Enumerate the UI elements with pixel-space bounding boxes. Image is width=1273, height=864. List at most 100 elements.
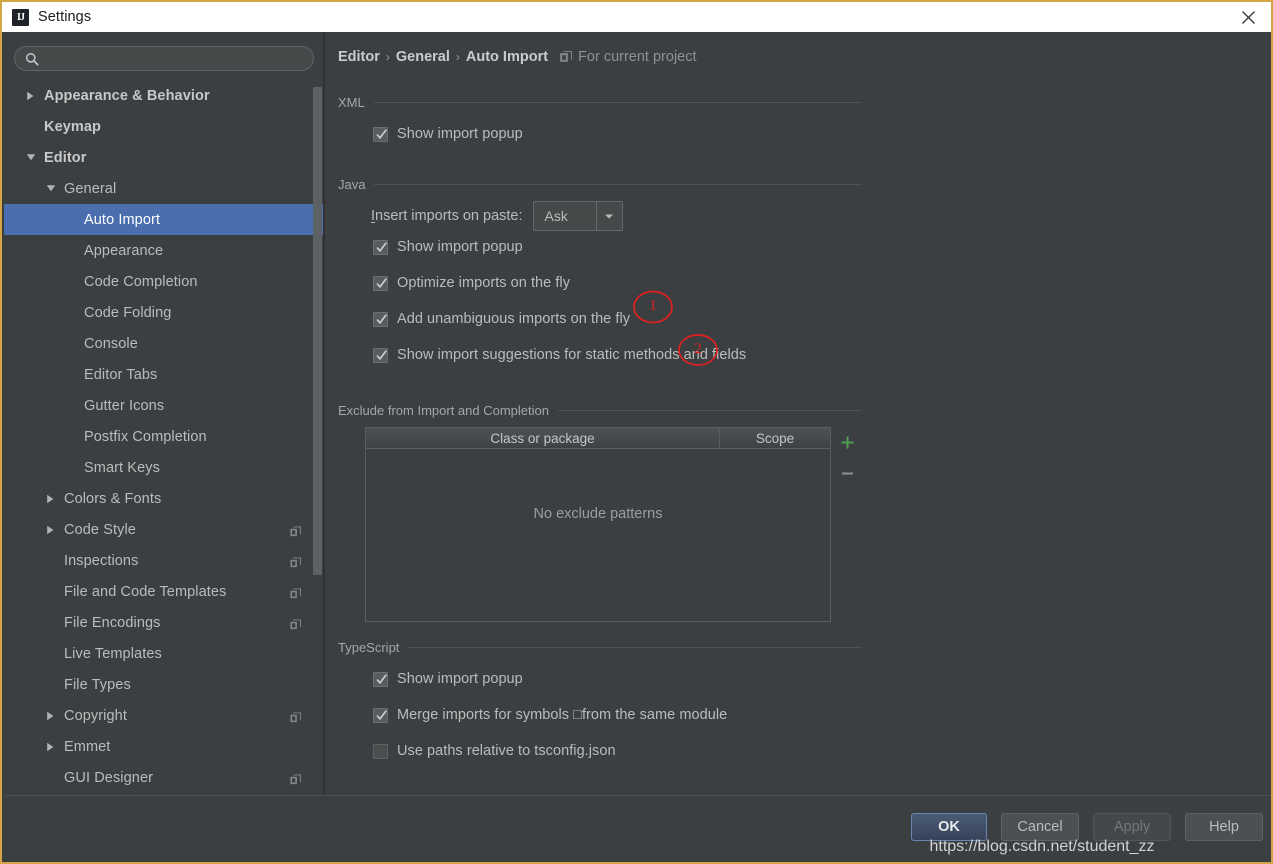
remove-exclude-button[interactable] — [832, 458, 863, 489]
sidebar-item-appearance-behavior[interactable]: Appearance & Behavior — [4, 80, 323, 111]
breadcrumb-note: For current project — [578, 49, 697, 65]
checkbox-use-paths-relative-tsconfig[interactable]: Use paths relative to tsconfig.json — [373, 740, 862, 762]
checkbox-label: Show import popup — [397, 671, 523, 687]
sidebar-item-smart-keys[interactable]: Smart Keys — [4, 452, 323, 483]
checkbox-add-unambiguous-imports-on-the-fly[interactable]: Add unambiguous imports on the fly — [373, 308, 862, 330]
title-bar: IJ Settings — [2, 2, 1271, 32]
checkbox-merge-imports-same-module[interactable]: Merge imports for symbols □from the same… — [373, 704, 862, 726]
checkbox-icon — [373, 311, 388, 327]
breadcrumb-item-editor[interactable]: Editor — [338, 49, 380, 65]
chevron-right-icon[interactable] — [44, 709, 57, 722]
ok-button[interactable]: OK — [911, 813, 987, 841]
exclude-table: Class or package Scope No exclude patter… — [365, 427, 831, 622]
sidebar-item-appearance[interactable]: Appearance — [4, 235, 323, 266]
search-input[interactable] — [39, 47, 313, 70]
sidebar-item-label: Auto Import — [84, 211, 161, 228]
chevron-right-icon[interactable] — [24, 89, 37, 102]
chevron-right-icon[interactable] — [44, 492, 57, 505]
chevron-down-icon[interactable] — [24, 151, 37, 164]
sidebar-item-label: Code Completion — [84, 273, 198, 290]
sidebar-item-postfix-completion[interactable]: Postfix Completion — [4, 421, 323, 452]
sidebar-item-code-folding[interactable]: Code Folding — [4, 297, 323, 328]
sidebar-scrollbar-thumb[interactable] — [313, 87, 322, 575]
settings-window: IJ Settings Appearance & Behavior Keymap E… — [0, 0, 1273, 864]
sidebar-item-label: Copyright — [64, 707, 127, 724]
checkbox-icon — [373, 743, 388, 759]
chevron-right-icon[interactable] — [44, 523, 57, 536]
breadcrumb-item-general[interactable]: General — [396, 49, 450, 65]
sidebar-item-file-encodings[interactable]: File Encodings — [4, 607, 323, 638]
checkbox-java-show-import-popup[interactable]: Show import popup — [373, 236, 862, 258]
app-logo-icon: IJ — [12, 8, 29, 26]
sidebar-item-code-completion[interactable]: Code Completion — [4, 266, 323, 297]
sidebar-item-auto-import[interactable]: Auto Import — [4, 204, 323, 235]
group-title-exclude: Exclude from Import and Completion — [338, 402, 549, 418]
close-icon[interactable] — [1225, 2, 1271, 32]
project-scope-icon — [290, 555, 301, 567]
sidebar-item-label: File Encodings — [64, 614, 161, 631]
checkbox-icon — [373, 707, 388, 723]
project-scope-icon — [290, 524, 301, 536]
sidebar-item-label: Editor Tabs — [84, 366, 158, 383]
sidebar-item-editor-tabs[interactable]: Editor Tabs — [4, 359, 323, 390]
search-box[interactable] — [14, 46, 314, 71]
chevron-right-icon[interactable] — [44, 740, 57, 753]
sidebar-item-label: Code Folding — [84, 304, 172, 321]
sidebar-item-inspections[interactable]: Inspections — [4, 545, 323, 576]
checkbox-optimize-imports-on-the-fly[interactable]: Optimize imports on the fly — [373, 272, 862, 294]
sidebar-item-live-templates[interactable]: Live Templates — [4, 638, 323, 669]
sidebar-item-label: Code Style — [64, 521, 136, 538]
checkbox-show-import-suggestions-static[interactable]: Show import suggestions for static metho… — [373, 344, 862, 366]
table-header: Class or package Scope — [366, 428, 830, 449]
checkbox-label: Optimize imports on the fly — [397, 275, 570, 291]
settings-sidebar: Appearance & Behavior Keymap Editor General… — [4, 32, 323, 795]
insert-imports-combo[interactable]: Ask — [532, 201, 623, 231]
sidebar-item-gutter-icons[interactable]: Gutter Icons — [4, 390, 323, 421]
chevron-down-icon — [595, 202, 622, 230]
group-rule — [373, 101, 862, 103]
checkbox-icon — [373, 126, 388, 142]
sidebar-item-colors-fonts[interactable]: Colors & Fonts — [4, 483, 323, 514]
checkbox-label: Add unambiguous imports on the fly — [397, 311, 631, 327]
sidebar-item-editor[interactable]: Editor — [4, 142, 323, 173]
column-header-scope[interactable]: Scope — [720, 428, 830, 448]
search-icon — [25, 52, 39, 65]
group-typescript: TypeScript Show import popup Merge impor… — [338, 639, 862, 762]
sidebar-item-label: Keymap — [44, 118, 102, 135]
cancel-button[interactable]: Cancel — [1001, 813, 1079, 841]
sidebar-item-console[interactable]: Console — [4, 328, 323, 359]
help-button[interactable]: Help — [1185, 813, 1263, 841]
sidebar-item-general[interactable]: General — [4, 173, 323, 204]
checkbox-ts-show-import-popup[interactable]: Show import popup — [373, 668, 862, 690]
sidebar-item-code-style[interactable]: Code Style — [4, 514, 323, 545]
breadcrumb-separator: › — [385, 50, 390, 64]
checkbox-label: Show import popup — [397, 126, 523, 142]
breadcrumb-separator: › — [455, 50, 460, 64]
group-java: Java Insert imports on paste: Ask Show i… — [338, 176, 862, 366]
sidebar-item-emmet[interactable]: Emmet — [4, 731, 323, 762]
column-header-class-or-package[interactable]: Class or package — [366, 428, 720, 448]
checkbox-xml-show-import-popup[interactable]: Show import popup — [373, 123, 862, 145]
table-body[interactable]: No exclude patterns — [366, 449, 830, 622]
sidebar-item-label: Inspections — [64, 552, 139, 569]
breadcrumb: Editor › General › Auto Import For curre… — [338, 49, 697, 65]
sidebar-item-file-and-code-templates[interactable]: File and Code Templates — [4, 576, 323, 607]
table-empty-message: No exclude patterns — [533, 506, 663, 522]
add-exclude-button[interactable] — [832, 427, 863, 458]
checkbox-icon — [373, 239, 388, 255]
chevron-down-icon[interactable] — [44, 182, 57, 195]
sidebar-item-keymap[interactable]: Keymap — [4, 111, 323, 142]
group-title-xml: XML — [338, 94, 365, 110]
sidebar-item-copyright[interactable]: Copyright — [4, 700, 323, 731]
sidebar-item-gui-designer[interactable]: GUI Designer — [4, 762, 323, 793]
sidebar-item-file-types[interactable]: File Types — [4, 669, 323, 700]
